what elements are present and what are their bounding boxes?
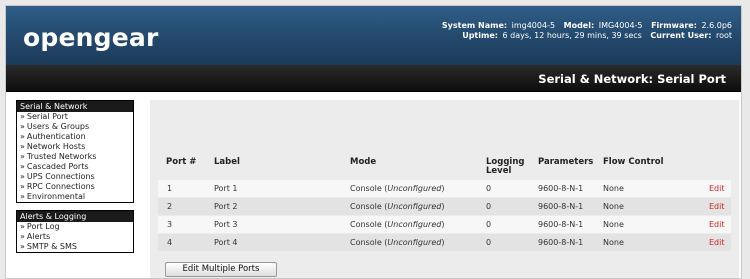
cell-port: 4 — [167, 238, 173, 247]
cell-label: Port 4 — [214, 238, 238, 247]
cell-flow-control: None — [603, 184, 624, 193]
current-user-value: root — [715, 31, 732, 40]
sidebar-item-label: Alerts — [26, 232, 51, 241]
chevron-right-icon: » — [20, 122, 25, 131]
sidebar-item-serial-port[interactable]: » Serial Port — [17, 112, 133, 122]
sidebar-item-label: Trusted Networks — [26, 152, 97, 161]
chevron-right-icon: » — [20, 182, 25, 191]
uptime-label: Uptime: — [462, 31, 498, 40]
menu-header-serial-network: Serial & Network — [17, 101, 133, 112]
edit-link[interactable]: Edit — [709, 184, 725, 193]
menu-serial-network: Serial & Network » Serial Port » Users & G… — [16, 100, 134, 203]
edit-multiple-ports-button[interactable]: Edit Multiple Ports — [165, 262, 277, 277]
sidebar-item-trusted-networks[interactable]: » Trusted Networks — [17, 152, 133, 162]
chevron-right-icon: » — [20, 232, 25, 241]
col-header-parameters: Parameters — [538, 157, 594, 167]
cell-label: Port 1 — [214, 184, 238, 193]
sidebar-item-label: Network Hosts — [26, 142, 86, 151]
chevron-right-icon: » — [20, 132, 25, 141]
cell-port: 1 — [167, 184, 173, 193]
sidebar-item-label: Port Log — [26, 222, 60, 231]
page: opengear System Name: img4004-5 Model: I… — [5, 5, 742, 279]
sidebar-item-rpc-connections[interactable]: » RPC Connections — [17, 182, 133, 192]
sidebar-item-port-log[interactable]: » Port Log — [17, 222, 133, 232]
menu-alerts-logging: Alerts & Logging » Port Log » Alerts » SMTP… — [16, 210, 134, 253]
title-bar: Serial & Network: Serial Port — [6, 65, 741, 92]
sidebar-item-cascaded-ports[interactable]: » Cascaded Ports — [17, 162, 133, 172]
edit-link[interactable]: Edit — [709, 202, 725, 211]
cell-port: 3 — [167, 220, 173, 229]
chevron-right-icon: » — [20, 242, 25, 251]
serial-port-panel: Port # Label Mode Logging Level Paramete… — [150, 100, 739, 278]
chevron-right-icon: » — [20, 142, 25, 151]
sidebar: Serial & Network » Serial Port » Users & G… — [16, 100, 134, 259]
cell-mode: Console (Unconfigured) — [350, 238, 445, 247]
sidebar-item-network-hosts[interactable]: » Network Hosts — [17, 142, 133, 152]
edit-link[interactable]: Edit — [709, 220, 725, 229]
cell-mode: Console (Unconfigured) — [350, 220, 445, 229]
header-bar: opengear System Name: img4004-5 Model: I… — [6, 6, 741, 65]
uptime-value: 6 days, 12 hours, 29 mins, 39 secs — [502, 31, 642, 40]
table-row: 3 Port 3 Console (Unconfigured) 0 9600-8… — [158, 216, 731, 233]
chevron-right-icon: » — [20, 112, 25, 121]
chevron-right-icon: » — [20, 162, 25, 171]
system-name-value: img4004-5 — [511, 21, 556, 30]
firmware-value: 2.6.0p6 — [701, 21, 732, 30]
cell-flow-control: None — [603, 202, 624, 211]
cell-logging: 0 — [486, 238, 492, 247]
table-row: 1 Port 1 Console (Unconfigured) 0 9600-8… — [158, 180, 731, 197]
col-header-port: Port # — [166, 157, 197, 167]
cell-parameters: 9600-8-N-1 — [538, 238, 584, 247]
cell-parameters: 9600-8-N-1 — [538, 184, 584, 193]
system-name-label: System Name: — [441, 21, 508, 30]
sidebar-item-users-groups[interactable]: » Users & Groups — [17, 122, 133, 132]
sidebar-item-authentication[interactable]: » Authentication — [17, 132, 133, 142]
cell-flow-control: None — [603, 238, 624, 247]
sidebar-item-alerts[interactable]: » Alerts — [17, 232, 133, 242]
cell-mode: Console (Unconfigured) — [350, 184, 445, 193]
cell-logging: 0 — [486, 184, 492, 193]
table-row: 4 Port 4 Console (Unconfigured) 0 9600-8… — [158, 234, 731, 251]
edit-link[interactable]: Edit — [709, 238, 725, 247]
firmware-label: Firmware: — [651, 21, 697, 30]
sidebar-item-label: Users & Groups — [26, 122, 90, 131]
system-info: System Name: img4004-5 Model: IMG4004-5 … — [442, 21, 732, 41]
menu-header-alerts-logging: Alerts & Logging — [17, 211, 133, 222]
col-header-flow-control: Flow Control — [603, 157, 664, 167]
cell-mode: Console (Unconfigured) — [350, 202, 445, 211]
chevron-right-icon: » — [20, 172, 25, 181]
chevron-right-icon: » — [20, 192, 25, 201]
cell-label: Port 2 — [214, 202, 238, 211]
current-user-label: Current User: — [650, 31, 712, 40]
sidebar-item-label: SMTP & SMS — [26, 242, 77, 251]
cell-flow-control: None — [603, 220, 624, 229]
sidebar-item-environmental[interactable]: » Environmental — [17, 192, 133, 202]
sidebar-item-smtp-sms[interactable]: » SMTP & SMS — [17, 242, 133, 252]
sidebar-item-ups-connections[interactable]: » UPS Connections — [17, 172, 133, 182]
cell-logging: 0 — [486, 202, 492, 211]
sidebar-item-label: Cascaded Ports — [26, 162, 89, 171]
cell-logging: 0 — [486, 220, 492, 229]
cell-parameters: 9600-8-N-1 — [538, 220, 584, 229]
col-header-logging-line2: Level — [486, 166, 512, 176]
sidebar-item-label: Authentication — [26, 132, 86, 141]
model-value: IMG4004-5 — [598, 21, 643, 30]
cell-parameters: 9600-8-N-1 — [538, 202, 584, 211]
chevron-right-icon: » — [20, 152, 25, 161]
col-header-label: Label — [214, 157, 240, 167]
cell-label: Port 3 — [214, 220, 238, 229]
chevron-right-icon: » — [20, 222, 25, 231]
cell-port: 2 — [167, 202, 173, 211]
sidebar-item-label: UPS Connections — [26, 172, 95, 181]
sidebar-item-label: Serial Port — [26, 112, 68, 121]
table-row: 2 Port 2 Console (Unconfigured) 0 9600-8… — [158, 198, 731, 215]
page-title: Serial & Network: Serial Port — [538, 72, 726, 86]
col-header-mode: Mode — [350, 157, 377, 167]
model-label: Model: — [563, 21, 595, 30]
table-header: Port # Label Mode Logging Level Paramete… — [150, 150, 739, 176]
col-header-logging: Logging Level — [486, 158, 524, 176]
opengear-logo[interactable]: opengear — [23, 23, 158, 52]
sidebar-item-label: RPC Connections — [26, 182, 95, 191]
sidebar-item-label: Environmental — [26, 192, 86, 201]
